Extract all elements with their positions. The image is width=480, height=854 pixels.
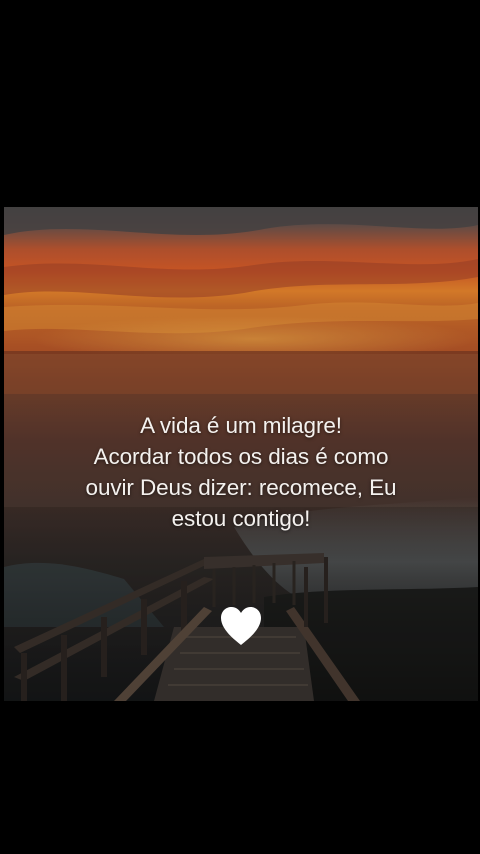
heart-icon: [219, 605, 263, 647]
sunset-photo: A vida é um milagre! Acordar todos os di…: [4, 207, 478, 701]
video-screen: A vida é um milagre! Acordar todos os di…: [0, 0, 480, 854]
quote-line-3: ouvir Deus dizer: recomece, Eu: [85, 475, 397, 500]
quote-text: A vida é um milagre! Acordar todos os di…: [4, 410, 478, 534]
quote-line-2: Acordar todos os dias é como: [93, 444, 389, 469]
quote-line-4: estou contigo!: [171, 506, 311, 531]
quote-line-1: A vida é um milagre!: [140, 413, 342, 438]
